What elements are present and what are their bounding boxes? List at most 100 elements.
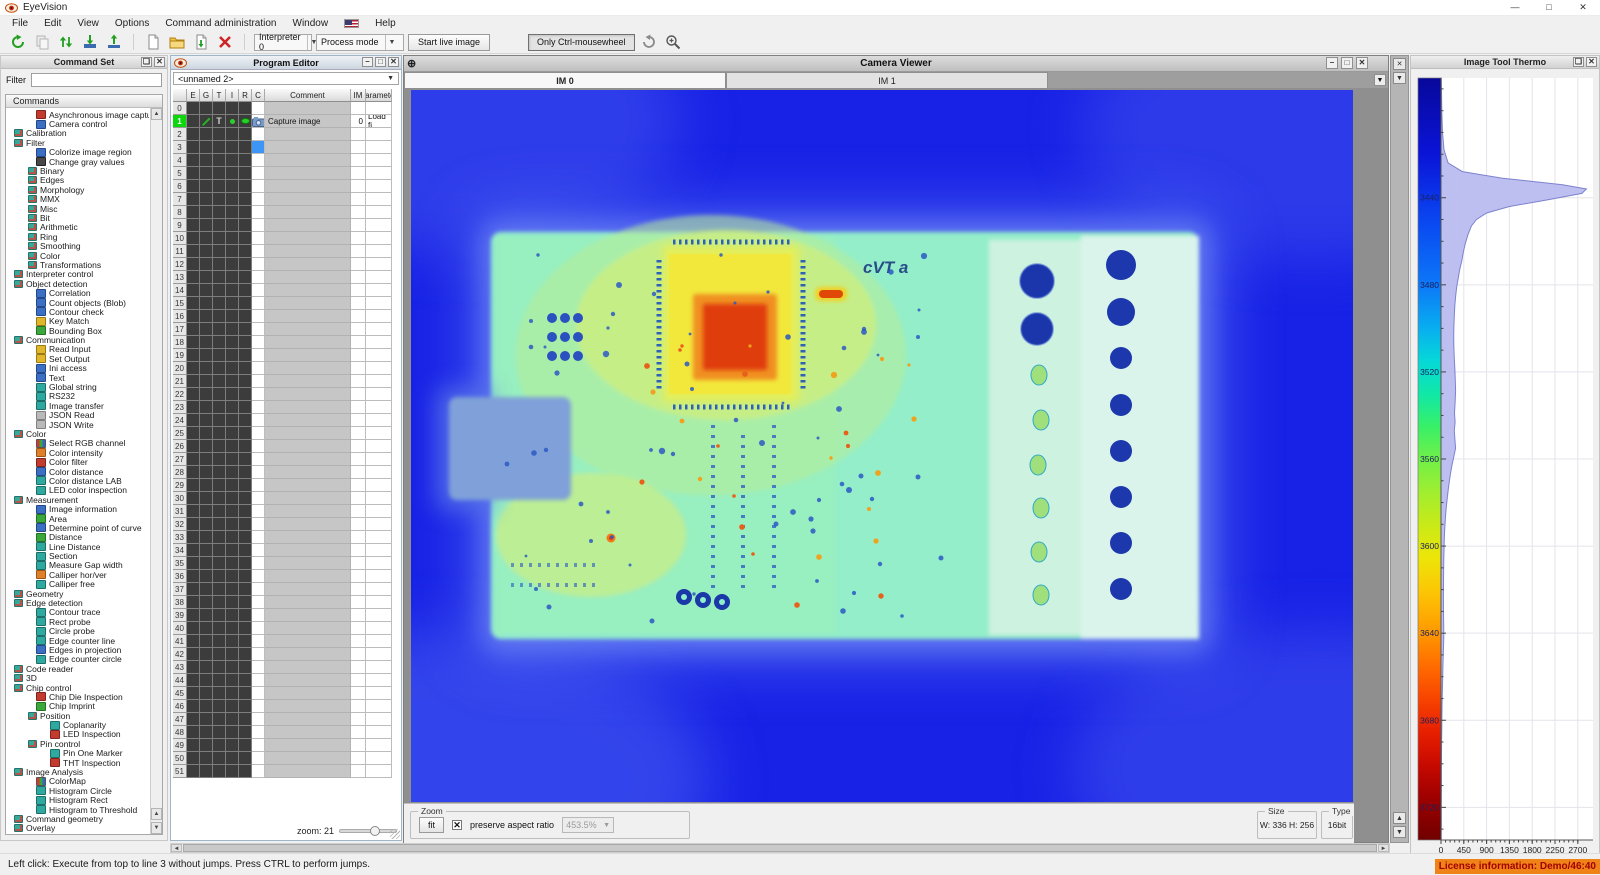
comment-cell[interactable] xyxy=(265,141,351,154)
comment-cell[interactable] xyxy=(265,674,351,687)
command-cell[interactable] xyxy=(252,128,265,141)
flag-cell[interactable] xyxy=(213,154,226,167)
flag-cell[interactable] xyxy=(226,258,239,271)
tree-item-line-distance[interactable]: Line Distance xyxy=(6,542,149,552)
tree-item-coplanarity[interactable]: Coplanarity xyxy=(6,720,149,730)
flag-cell[interactable] xyxy=(213,752,226,765)
program-row-39[interactable]: 39 xyxy=(173,609,392,622)
flag-cell[interactable] xyxy=(239,102,252,115)
flag-cell[interactable] xyxy=(200,570,213,583)
flag-cell[interactable] xyxy=(226,310,239,323)
tree-item-measure-gap-width[interactable]: Measure Gap width xyxy=(6,560,149,570)
row-number[interactable]: 4 xyxy=(173,154,187,167)
flag-cell[interactable] xyxy=(239,726,252,739)
flag-cell[interactable] xyxy=(213,414,226,427)
text-flag-icon[interactable]: T xyxy=(213,115,226,128)
tree-item-color-intensity[interactable]: Color intensity xyxy=(6,448,149,458)
tree-item-color-filter[interactable]: Color filter xyxy=(6,457,149,467)
tree-item-colormap[interactable]: ColorMap xyxy=(6,776,149,786)
comment-cell[interactable] xyxy=(265,609,351,622)
comment-cell[interactable] xyxy=(265,544,351,557)
program-row-21[interactable]: 21 xyxy=(173,375,392,388)
row-number[interactable]: 51 xyxy=(173,765,187,778)
comment-cell[interactable] xyxy=(265,206,351,219)
flag-cell[interactable] xyxy=(226,271,239,284)
tree-item-edges-in-projection[interactable]: Edges in projection xyxy=(6,645,149,655)
flag-cell[interactable] xyxy=(187,479,200,492)
flag-cell[interactable] xyxy=(187,622,200,635)
commands-scrollbar[interactable]: ▲ ▲ ▼ xyxy=(150,108,162,834)
program-row-26[interactable]: 26 xyxy=(173,440,392,453)
tree-item-colorize-image-region[interactable]: Colorize image region xyxy=(6,147,149,157)
im-cell[interactable] xyxy=(351,154,366,167)
program-row-5[interactable]: 5 xyxy=(173,167,392,180)
row-number[interactable]: 50 xyxy=(173,752,187,765)
command-cell[interactable] xyxy=(252,414,265,427)
flag-cell[interactable] xyxy=(200,128,213,141)
thermo-titlebar[interactable]: Image Tool Thermo ❏ ✕ xyxy=(1411,56,1599,69)
program-row-25[interactable]: 25 xyxy=(173,427,392,440)
row-number[interactable]: 5 xyxy=(173,167,187,180)
flag-cell[interactable] xyxy=(226,284,239,297)
flag-cell[interactable] xyxy=(187,115,200,128)
flag-cell[interactable] xyxy=(200,401,213,414)
program-row-23[interactable]: 23 xyxy=(173,401,392,414)
comment-cell[interactable] xyxy=(265,154,351,167)
flag-cell[interactable] xyxy=(213,661,226,674)
flag-cell[interactable] xyxy=(239,310,252,323)
flag-cell[interactable] xyxy=(239,193,252,206)
flag-cell[interactable] xyxy=(226,206,239,219)
chevron-down-icon[interactable]: ▼ xyxy=(1374,74,1386,86)
flag-cell[interactable] xyxy=(187,349,200,362)
tree-item-key-match[interactable]: Key Match xyxy=(6,316,149,326)
flag-cell[interactable] xyxy=(239,453,252,466)
program-row-28[interactable]: 28 xyxy=(173,466,392,479)
menu-window[interactable]: Window xyxy=(285,17,337,30)
row-number[interactable]: 29 xyxy=(173,479,187,492)
flag-cell[interactable] xyxy=(213,622,226,635)
program-row-7[interactable]: 7 xyxy=(173,193,392,206)
comment-cell[interactable] xyxy=(265,479,351,492)
command-cell[interactable] xyxy=(252,323,265,336)
im-cell[interactable] xyxy=(351,505,366,518)
tree-item-object-detection[interactable]: Object detection xyxy=(6,279,149,289)
program-row-34[interactable]: 34 xyxy=(173,544,392,557)
maximize-button[interactable]: □ xyxy=(1532,0,1566,16)
flag-cell[interactable] xyxy=(200,427,213,440)
row-number[interactable]: 9 xyxy=(173,219,187,232)
flag-cell[interactable] xyxy=(200,141,213,154)
flag-cell[interactable] xyxy=(239,375,252,388)
flag-cell[interactable] xyxy=(213,388,226,401)
parameter-cell[interactable] xyxy=(366,167,392,180)
float-panel-icon[interactable]: ❏ xyxy=(141,57,152,67)
flag-cell[interactable] xyxy=(200,310,213,323)
flag-cell[interactable] xyxy=(200,635,213,648)
tree-item-text[interactable]: Text xyxy=(6,373,149,383)
command-cell[interactable] xyxy=(252,700,265,713)
flag-cell[interactable] xyxy=(239,401,252,414)
flag-cell[interactable] xyxy=(239,219,252,232)
tree-item-filter[interactable]: Filter xyxy=(6,138,149,148)
im-cell[interactable] xyxy=(351,518,366,531)
tree-item-misc[interactable]: Misc xyxy=(6,204,149,214)
row-number[interactable]: 3 xyxy=(173,141,187,154)
parameter-cell[interactable] xyxy=(366,739,392,752)
flag-cell[interactable] xyxy=(187,362,200,375)
flag-cell[interactable] xyxy=(226,492,239,505)
row-number[interactable]: 17 xyxy=(173,323,187,336)
program-row-24[interactable]: 24 xyxy=(173,414,392,427)
flag-cell[interactable] xyxy=(239,245,252,258)
flag-cell[interactable] xyxy=(200,609,213,622)
undo-rotate-icon[interactable] xyxy=(639,32,659,52)
flag-cell[interactable] xyxy=(239,414,252,427)
program-row-8[interactable]: 8 xyxy=(173,206,392,219)
tree-item-led-inspection[interactable]: LED Inspection xyxy=(6,729,149,739)
close-button[interactable]: ✕ xyxy=(1566,0,1600,16)
maximize-panel-icon[interactable]: □ xyxy=(1341,57,1353,69)
column-header-r[interactable]: R xyxy=(239,89,252,102)
flag-cell[interactable] xyxy=(187,310,200,323)
tree-item-histogram-to-threshold[interactable]: Histogram to Threshold xyxy=(6,805,149,815)
close-program-icon[interactable] xyxy=(215,32,235,52)
column-header-e[interactable]: E xyxy=(187,89,200,102)
flag-cell[interactable] xyxy=(239,388,252,401)
